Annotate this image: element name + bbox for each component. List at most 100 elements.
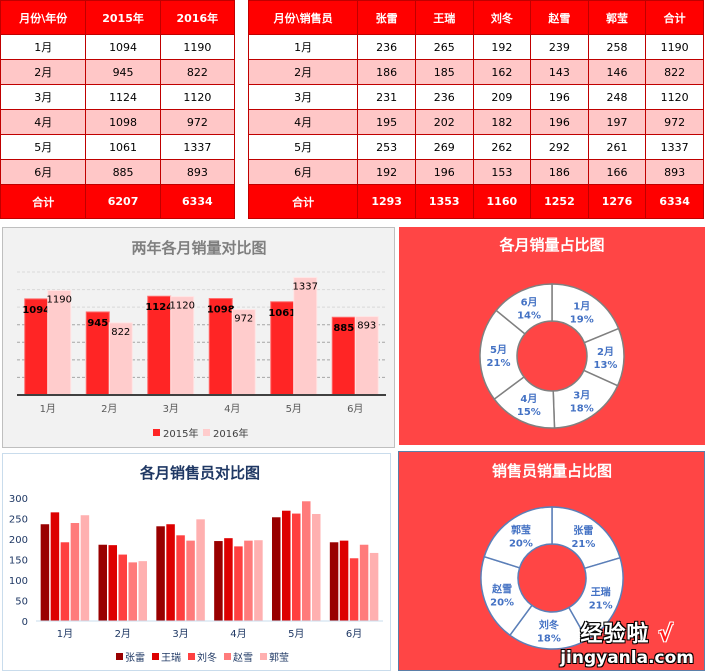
x-tick-label: 5月 (286, 403, 302, 415)
bar-张雷 (40, 524, 50, 621)
bar-刘冬 (349, 558, 359, 621)
sales-table-cell: 6月 (247, 159, 359, 185)
data-label: 1337 (293, 282, 318, 293)
sales-table-cell: 4月 (247, 109, 359, 135)
sales-table-cell: 郭莹 (587, 0, 647, 35)
year-table-cell: 3月 (0, 84, 87, 110)
sales-table-cell: 269 (414, 134, 474, 160)
sales-table-cell: 186 (530, 159, 589, 185)
sales-table-cell: 6334 (645, 184, 704, 219)
data-label: 945 (87, 318, 108, 329)
bar-刘冬 (176, 535, 185, 621)
year-table-cell: 1061 (85, 134, 161, 160)
sales-table-row: 6月 192 196 153 186 166 893 (247, 159, 704, 185)
x-tick-label: 2月 (115, 628, 131, 640)
year-table-cell: 822 (159, 59, 236, 85)
sales-table-cell: 1月 (247, 34, 359, 60)
year-table-cell: 2016年 (159, 0, 236, 35)
legend-label: 郭莹 (269, 651, 289, 664)
year-table-cell: 1120 (159, 84, 236, 110)
sales-table-cell: 张雷 (357, 0, 416, 35)
bar-王瑞 (339, 540, 349, 621)
sales-table-cell: 253 (357, 134, 416, 160)
bar-郭莹 (138, 561, 147, 621)
bar-张雷 (329, 542, 339, 621)
x-tick-label: 3月 (163, 403, 179, 415)
sales-table-cell: 261 (587, 134, 647, 160)
sales-table-cell: 196 (530, 84, 589, 110)
sales-table-cell: 1252 (530, 184, 589, 219)
sales-table-cell: 893 (645, 159, 704, 185)
slice-percent: 21% (571, 539, 595, 550)
bar-张雷 (98, 544, 107, 621)
salesperson-sales-table: 月份\销售员 张雷 王瑞 刘冬 赵雪 郭莹 合计 1月 236 265 192 239 258 1190 2… (247, 0, 704, 219)
sales-table-cell: 262 (472, 134, 532, 160)
sales-table-cell: 143 (530, 59, 589, 85)
bar-郭莹 (196, 519, 205, 621)
sales-table-cell: 236 (357, 34, 416, 60)
yearly-sales-table: 月份\年份 2015年 2016年 1月 1094 1190 2月 945 822 3月 1124 1… (0, 0, 236, 219)
legend-label: 2015年 (163, 427, 198, 440)
year-table-cell: 6334 (159, 184, 236, 219)
legend-swatch (116, 653, 123, 660)
bar-赵雪 (70, 523, 80, 621)
bar-王瑞 (224, 538, 233, 621)
data-label: 1061 (268, 308, 296, 319)
bar-赵雪 (186, 540, 195, 621)
data-label: 1190 (47, 294, 72, 305)
sales-table-cell: 248 (587, 84, 647, 110)
sales-table-cell: 1337 (645, 134, 704, 160)
sales-table-cell: 186 (357, 59, 416, 85)
bar-赵雪 (244, 540, 253, 621)
sales-table-cell: 192 (472, 34, 532, 60)
bar-郭莹 (80, 515, 90, 621)
watermark-text: 经验啦 (580, 622, 650, 647)
sales-table-cell: 258 (587, 34, 647, 60)
slice-郭莹 (483, 506, 553, 569)
sales-table-cell: 153 (472, 159, 532, 185)
x-tick-label: 3月 (172, 628, 188, 640)
sales-table-cell: 合计 (247, 184, 359, 219)
sales-table-cell: 196 (530, 109, 589, 135)
y-tick-label: 0 (22, 617, 28, 628)
sales-table-row: 2月 186 185 162 143 146 822 (247, 59, 704, 85)
year-table-cell: 972 (159, 109, 236, 135)
year-table-row: 3月 1124 1120 (0, 84, 236, 110)
slice-label: 张雷 (573, 524, 593, 537)
y-tick-label: 300 (9, 494, 28, 505)
legend-label: 赵雪 (233, 651, 253, 664)
slice-percent: 20% (509, 539, 533, 550)
legend-swatch (153, 429, 160, 436)
slice-percent: 18% (570, 403, 594, 414)
slice-label: 赵雪 (491, 582, 512, 595)
bar-张雷 (214, 541, 223, 621)
legend-swatch (152, 653, 159, 660)
legend-label: 王瑞 (161, 652, 181, 664)
x-tick-label: 6月 (347, 403, 363, 415)
bar-赵雪 (128, 562, 137, 621)
year-table-cell: 2月 (0, 59, 87, 85)
bar-郭莹 (312, 513, 321, 621)
slice-label: 5月 (490, 344, 507, 356)
year-table-cell: 1月 (0, 34, 87, 60)
slice-label: 4月 (520, 393, 537, 405)
x-tick-label: 6月 (346, 628, 362, 640)
year-table-cell: 1190 (159, 34, 236, 60)
sales-table-cell: 月份\销售员 (247, 0, 359, 35)
year-table-cell: 6207 (85, 184, 161, 219)
bar-2016年 (293, 277, 318, 396)
legend-swatch (260, 653, 267, 660)
chart-title: 各月销售员对比图 (139, 464, 260, 482)
sales-table-row: 1月 236 265 192 239 258 1190 (247, 34, 704, 60)
sales-table-cell: 182 (472, 109, 532, 135)
slice-label: 刘冬 (539, 618, 559, 631)
y-tick-label: 50 (15, 597, 28, 608)
sales-table-cell: 王瑞 (414, 0, 474, 35)
year-table-cell: 5月 (0, 134, 87, 160)
sales-table-cell: 195 (357, 109, 416, 135)
year-table-cell: 1337 (159, 134, 236, 160)
bar-郭莹 (254, 540, 263, 621)
slice-percent: 21% (487, 358, 511, 369)
sales-table-cell: 1120 (645, 84, 704, 110)
data-label: 893 (357, 321, 376, 332)
